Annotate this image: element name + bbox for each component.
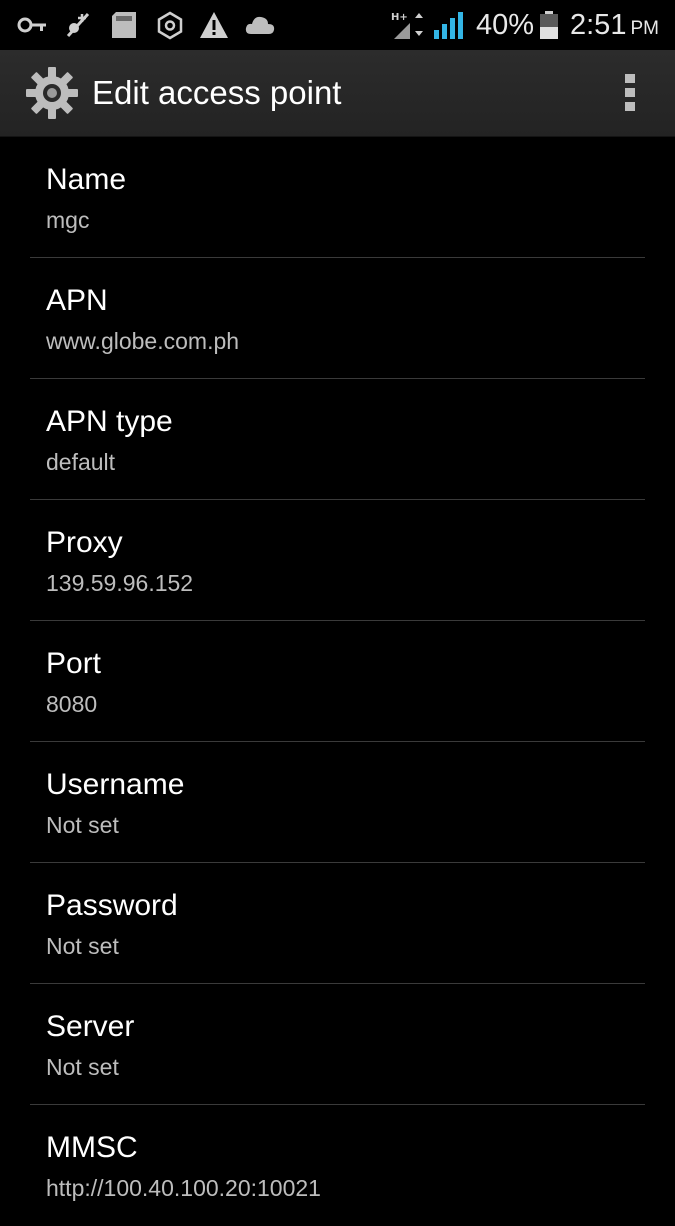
- battery-percent: 40%: [476, 9, 535, 41]
- clock-ampm: PM: [630, 18, 659, 39]
- data-hplus-icon: H+: [390, 10, 426, 40]
- apn-settings-list: Name mgc APN www.globe.com.ph APN type d…: [0, 137, 675, 1226]
- setting-apn-type[interactable]: APN type default: [30, 379, 645, 500]
- setting-title: Username: [46, 768, 185, 801]
- action-bar: Edit access point: [0, 50, 675, 137]
- setting-value: Not set: [46, 1054, 119, 1080]
- sd-card-icon: [108, 10, 140, 40]
- clock: 2:51 PM: [570, 8, 659, 46]
- setting-title: Password: [46, 889, 178, 922]
- network-type-label: H+: [391, 12, 408, 23]
- setting-value: Not set: [46, 933, 119, 959]
- setting-value: mgc: [46, 207, 90, 233]
- setting-value: 8080: [46, 691, 98, 717]
- setting-value: http://100.40.100.20:10021: [46, 1175, 321, 1201]
- setting-name[interactable]: Name mgc: [30, 137, 645, 258]
- setting-password[interactable]: Password Not set: [30, 863, 645, 984]
- setting-title: APN: [46, 284, 108, 317]
- usb-debug-icon: [62, 10, 94, 40]
- setting-title: Proxy: [46, 526, 123, 559]
- setting-apn[interactable]: APN www.globe.com.ph: [30, 258, 645, 379]
- settings-gear-icon[interactable]: [24, 65, 80, 121]
- setting-title: Name: [46, 163, 127, 196]
- setting-server[interactable]: Server Not set: [30, 984, 645, 1105]
- setting-value: www.globe.com.ph: [46, 328, 240, 354]
- setting-value: Not set: [46, 812, 119, 838]
- setting-title: Server: [46, 1010, 135, 1043]
- setting-title: MMSC: [46, 1131, 138, 1164]
- overflow-menu-icon[interactable]: [612, 70, 648, 116]
- setting-proxy[interactable]: Proxy 139.59.96.152: [30, 500, 645, 621]
- key-icon: [16, 10, 48, 40]
- setting-value: default: [46, 449, 116, 475]
- clock-time: 2:51: [570, 9, 627, 41]
- battery-icon: [538, 10, 560, 40]
- setting-mmsc[interactable]: MMSC http://100.40.100.20:10021: [30, 1105, 645, 1226]
- signal-icon: [432, 10, 466, 40]
- sync-icon: [154, 10, 186, 40]
- page-title: Edit access point: [92, 74, 342, 111]
- warning-icon: [198, 10, 230, 40]
- cloud-icon: [244, 10, 276, 40]
- setting-title: APN type: [46, 405, 173, 438]
- setting-username[interactable]: Username Not set: [30, 742, 645, 863]
- setting-value: 139.59.96.152: [46, 570, 194, 596]
- setting-port[interactable]: Port 8080: [30, 621, 645, 742]
- status-bar: H+ 40% 2:51 PM: [0, 0, 675, 50]
- setting-title: Port: [46, 647, 102, 680]
